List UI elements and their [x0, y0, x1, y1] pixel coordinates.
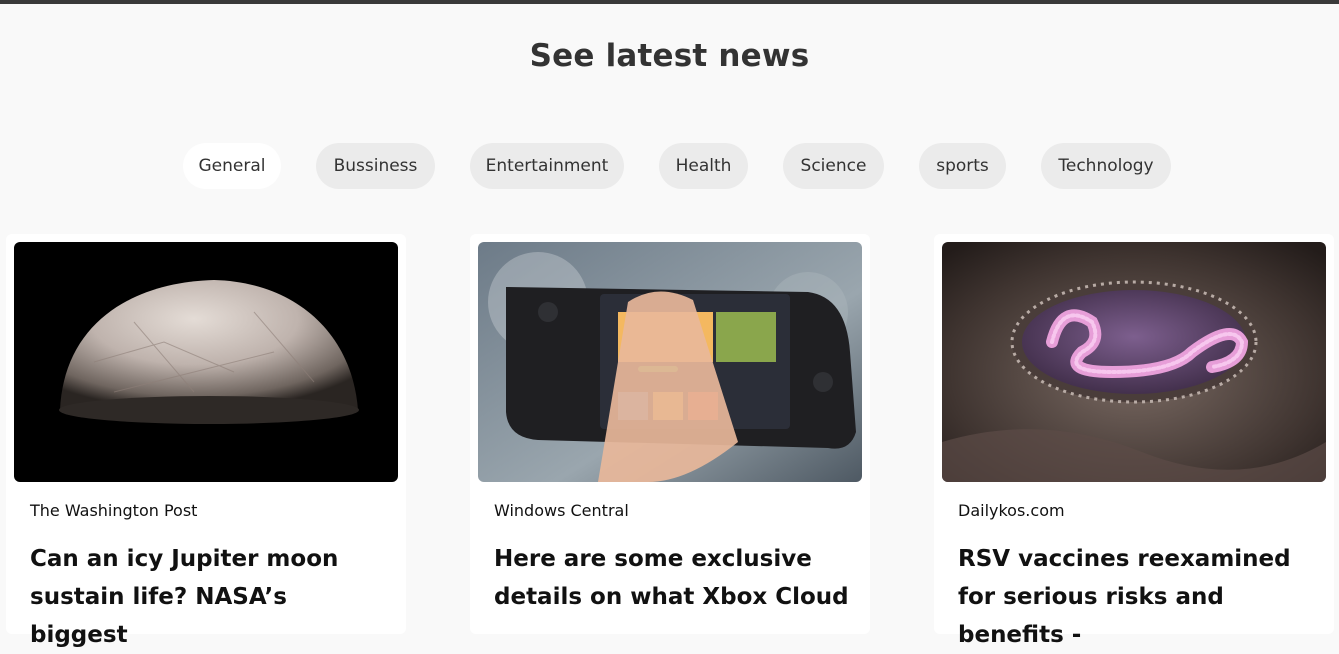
- news-card[interactable]: Windows Central Here are some exclusive …: [470, 234, 870, 634]
- tab-entertainment[interactable]: Entertainment: [470, 143, 624, 189]
- tab-health[interactable]: Health: [659, 143, 748, 189]
- tab-sports[interactable]: sports: [919, 143, 1006, 189]
- handheld-console-image[interactable]: [478, 242, 862, 482]
- news-source: The Washington Post: [30, 501, 198, 520]
- news-card[interactable]: Dailykos.com RSV vaccines reexamined for…: [934, 234, 1334, 648]
- news-title[interactable]: Can an icy Jupiter moon sustain life? NA…: [30, 540, 390, 654]
- news-source: Dailykos.com: [958, 501, 1065, 520]
- tab-technology[interactable]: Technology: [1041, 143, 1171, 189]
- news-card[interactable]: The Washington Post Can an icy Jupiter m…: [6, 234, 406, 648]
- virus-bacterium-image[interactable]: [942, 242, 1326, 482]
- tab-science[interactable]: Science: [783, 143, 884, 189]
- tab-general[interactable]: General: [183, 143, 281, 189]
- news-title[interactable]: Here are some exclusive details on what …: [494, 540, 854, 616]
- icy-moon-image[interactable]: [14, 242, 398, 482]
- page-title: See latest news: [529, 38, 810, 74]
- top-border-bar: [0, 0, 1339, 4]
- news-source: Windows Central: [494, 501, 629, 520]
- tab-business[interactable]: Bussiness: [316, 143, 435, 189]
- category-tabs: General Bussiness Entertainment Health S…: [0, 143, 1339, 189]
- news-title[interactable]: RSV vaccines reexamined for serious risk…: [958, 540, 1318, 654]
